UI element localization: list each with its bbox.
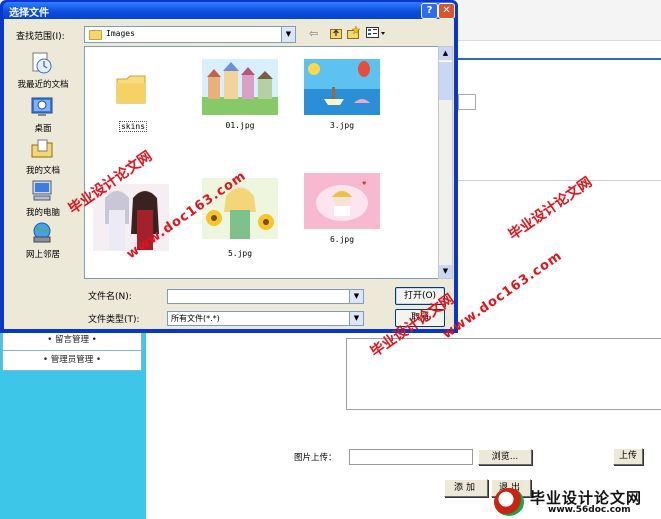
upload-button[interactable]: 上传	[613, 448, 643, 465]
add-button[interactable]: 添加	[444, 479, 488, 497]
file-type-select[interactable]: 所有文件(*.*) ▼	[167, 311, 364, 326]
file-item-6[interactable]: ♥ 6.jpg	[296, 173, 388, 251]
dialog-titlebar[interactable]: 选择文件 ? ✕	[3, 2, 455, 19]
file-type-label: 文件类型(T):	[88, 315, 140, 325]
image-upload-label: 图片上传：	[294, 453, 337, 463]
sidebar-item-messages[interactable]: • 留言管理 •	[2, 330, 142, 351]
file-name: 3.jpg	[329, 121, 355, 130]
desktop-icon	[31, 97, 53, 116]
sidebar-item-admins[interactable]: • 管理员管理 •	[2, 350, 142, 371]
recent-documents-icon	[32, 52, 52, 74]
folder-icon	[89, 30, 102, 40]
file-list-scrollbar[interactable]: ▲ ▼	[438, 46, 453, 279]
chevron-down-icon[interactable]: ▼	[349, 290, 363, 303]
file-item-skins[interactable]: skins	[85, 59, 177, 137]
view-menu-icon[interactable]	[366, 27, 386, 39]
place-label: 桌面	[34, 124, 52, 134]
footer-watermark-logo: 毕业设计论文网 www.56doc.com	[490, 486, 661, 519]
chevron-down-icon[interactable]: ▼	[281, 27, 295, 42]
scroll-thumb[interactable]	[439, 61, 452, 100]
place-desktop[interactable]: 桌面	[8, 95, 78, 135]
scroll-up-icon[interactable]: ▲	[439, 47, 452, 60]
file-chooser-dialog: 选择文件 ? ✕ 查找范围(I): Images ▼ ⇦ 我最近的文档 桌面 我…	[0, 0, 458, 333]
my-documents-icon	[31, 139, 53, 158]
footer-site-url: www.56doc.com	[548, 505, 631, 515]
svg-text:♥: ♥	[362, 181, 367, 187]
back-icon[interactable]: ⇦	[309, 27, 318, 40]
look-in-label: 查找范围(I):	[16, 32, 65, 42]
new-folder-icon[interactable]	[347, 26, 360, 39]
file-name-input[interactable]: ▼	[167, 289, 364, 304]
place-label: 我最近的文档	[17, 80, 69, 90]
image-thumbnail	[202, 59, 278, 115]
logo-icon	[494, 488, 524, 516]
browse-button[interactable]: 浏览...	[478, 449, 532, 465]
network-places-icon	[33, 222, 51, 243]
file-name: skins	[119, 121, 147, 132]
app-divider	[455, 180, 661, 181]
look-in-value: Images	[106, 29, 135, 38]
close-button[interactable]: ✕	[438, 3, 455, 19]
place-recent-documents[interactable]: 我最近的文档	[8, 51, 78, 91]
file-name: 5.jpg	[227, 249, 253, 258]
file-name-label: 文件名(N):	[88, 292, 132, 302]
app-section-rule	[455, 58, 661, 60]
look-in-select[interactable]: Images ▼	[84, 26, 296, 43]
file-name: 01.jpg	[225, 121, 255, 130]
app-small-field[interactable]	[458, 94, 476, 110]
admin-sidebar: • 留言管理 • • 管理员管理 •	[0, 330, 146, 519]
up-folder-icon[interactable]	[330, 27, 342, 39]
place-network[interactable]: 网上邻居	[8, 221, 78, 261]
dialog-body: 查找范围(I): Images ▼ ⇦ 我最近的文档 桌面 我的文档 我的电脑 …	[4, 19, 454, 329]
dialog-title: 选择文件	[9, 8, 49, 19]
file-item-3[interactable]: 3.jpg	[296, 59, 388, 137]
file-name: 6.jpg	[329, 235, 355, 244]
image-thumbnail: ♥	[304, 173, 380, 229]
place-label: 我的文档	[25, 166, 60, 176]
image-path-input[interactable]	[349, 449, 473, 465]
help-button[interactable]: ?	[421, 3, 438, 19]
places-bar: 我最近的文档 桌面 我的文档 我的电脑 网上邻居	[8, 47, 80, 261]
image-thumbnail	[304, 59, 380, 115]
folder-icon	[116, 75, 146, 104]
scroll-down-icon[interactable]: ▼	[439, 265, 452, 278]
my-computer-icon	[32, 180, 52, 201]
place-my-documents[interactable]: 我的文档	[8, 137, 78, 177]
file-item-01[interactable]: 01.jpg	[194, 59, 286, 137]
watermark-site-url: www.doc163.com	[440, 248, 566, 343]
watermark-site-name: 毕业设计论文网	[505, 174, 596, 244]
chevron-down-icon[interactable]: ▼	[349, 312, 363, 325]
file-type-value: 所有文件(*.*)	[171, 314, 220, 323]
place-label: 网上邻居	[25, 250, 60, 260]
